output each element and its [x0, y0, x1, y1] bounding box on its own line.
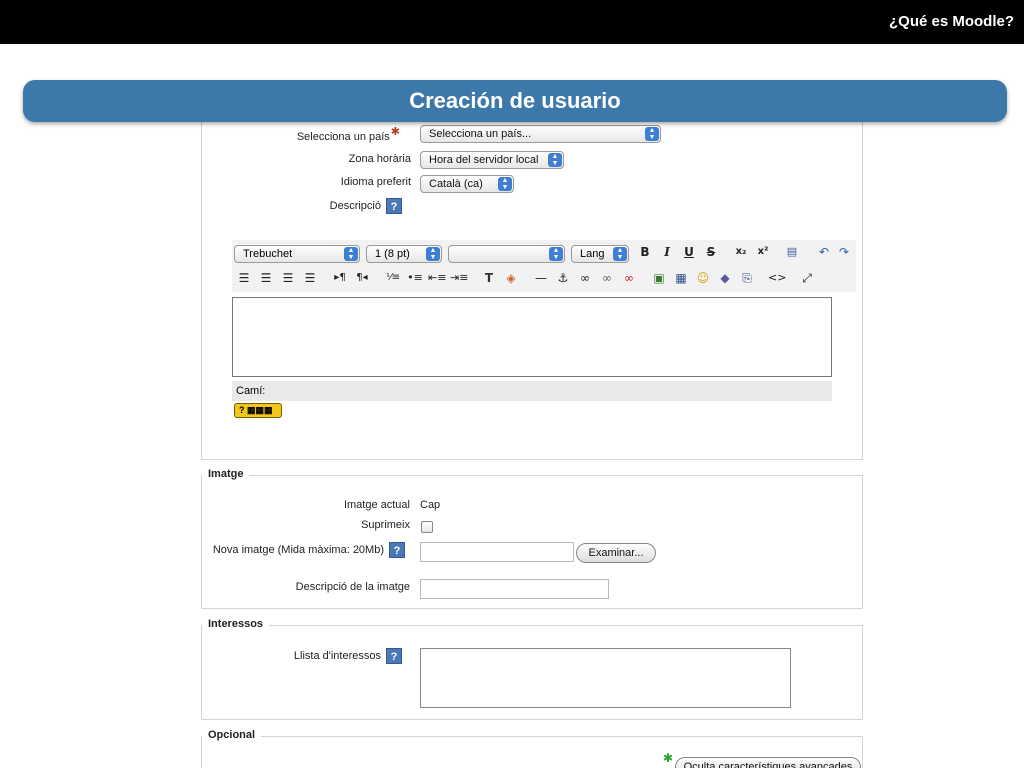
description-label: Descripció — [329, 200, 381, 212]
new-image-label: Nova imatge (Mida màxima: 20Mb) — [212, 544, 384, 556]
superscript-icon[interactable]: x² — [754, 243, 772, 261]
browse-button[interactable]: Examinar... — [576, 543, 656, 563]
search-replace-icon[interactable]: ⎘ — [738, 269, 756, 287]
select-arrows-icon: ▲ ▼ — [498, 177, 512, 191]
help-icon[interactable]: ? — [386, 198, 402, 214]
delete-image-checkbox[interactable] — [421, 521, 433, 533]
help-icon[interactable]: ? — [386, 648, 402, 664]
language-marker-select[interactable]: Lang ▲ ▼ — [571, 245, 629, 263]
clean-word-icon[interactable]: ▤ — [783, 243, 801, 261]
section-banner: Creación de usuario — [23, 80, 1007, 122]
top-bar: ¿Qué es Moodle? — [0, 0, 1024, 44]
editor-path-bar: Camí: — [232, 381, 832, 401]
country-label: Selecciona un país✱ — [296, 126, 400, 143]
align-right-icon[interactable]: ☰ — [279, 269, 297, 287]
timezone-label: Zona horària — [348, 153, 411, 165]
format-select[interactable]: ▲ ▼ — [448, 245, 565, 263]
select-arrows-icon: ▲ ▼ — [548, 153, 562, 167]
text-color-icon[interactable]: T — [480, 269, 498, 287]
language-select[interactable]: Català (ca) ▲ ▼ — [420, 175, 514, 193]
underline-icon[interactable]: U — [680, 243, 698, 261]
select-arrows-icon: ▲ ▼ — [549, 247, 563, 261]
country-select[interactable]: Selecciona un país... ▲ ▼ — [420, 125, 661, 143]
redo-icon[interactable]: ↷ — [835, 243, 853, 261]
select-arrows-icon: ▲ ▼ — [613, 247, 627, 261]
rtl-icon[interactable]: ¶◂ — [353, 269, 371, 287]
special-char-icon[interactable]: ◆ — [716, 269, 734, 287]
html-source-icon[interactable]: <> — [768, 269, 786, 287]
ordered-list-icon[interactable]: ⅟≡ — [384, 269, 402, 287]
interests-textarea[interactable] — [420, 648, 791, 708]
outdent-icon[interactable]: ⇤≡ — [428, 269, 446, 287]
editor-toolbar: Trebuchet ▲ ▼ 1 (8 pt) ▲ ▼ ▲ ▼ Lang ▲ ▼ B I … — [232, 240, 856, 292]
italic-icon[interactable]: I — [658, 243, 676, 261]
help-icon[interactable]: ? — [389, 542, 405, 558]
strikethrough-icon[interactable]: S — [702, 243, 720, 261]
unlink-icon[interactable]: ∞ — [598, 269, 616, 287]
select-arrows-icon: ▲ ▼ — [426, 247, 440, 261]
background-color-icon[interactable]: ◈ — [502, 269, 520, 287]
table-icon[interactable]: ▦ — [672, 269, 690, 287]
justify-icon[interactable]: ☰ — [301, 269, 319, 287]
bold-icon[interactable]: B — [636, 243, 654, 261]
interests-list-label: Llista d'interessos — [293, 650, 381, 662]
delete-image-label: Suprimeix — [361, 519, 410, 531]
new-image-file-input[interactable] — [420, 542, 574, 562]
anchor-icon[interactable]: ⚓ — [554, 269, 572, 287]
horizontal-rule-icon[interactable]: — — [532, 269, 550, 287]
select-arrows-icon: ▲ ▼ — [645, 127, 659, 141]
font-size-select[interactable]: 1 (8 pt) ▲ ▼ — [366, 245, 442, 263]
smiley-icon[interactable]: ☺ — [694, 269, 712, 287]
optional-legend: Opcional — [202, 729, 262, 741]
interests-legend: Interessos — [202, 618, 270, 630]
font-family-select[interactable]: Trebuchet ▲ ▼ — [234, 245, 360, 263]
link-icon[interactable]: ∞ — [576, 269, 594, 287]
required-icon: ✱ — [390, 126, 400, 138]
image-description-input[interactable] — [420, 579, 609, 599]
undo-icon[interactable]: ↶ — [815, 243, 833, 261]
slide-title: ¿Qué es Moodle? — [888, 13, 1014, 30]
fullscreen-icon[interactable]: ⤢ — [798, 269, 816, 287]
current-image-value: Cap — [420, 499, 441, 511]
subscript-icon[interactable]: x₂ — [732, 243, 750, 261]
current-image-label: Imatge actual — [343, 499, 410, 511]
nolink-icon[interactable]: ∞ — [620, 269, 638, 287]
unordered-list-icon[interactable]: •≡ — [406, 269, 424, 287]
description-editor[interactable] — [232, 297, 832, 377]
ltr-icon[interactable]: ▸¶ — [331, 269, 349, 287]
toggle-advanced-button[interactable]: Oculta característiques avançades — [675, 757, 861, 768]
language-label: Idioma preferit — [340, 176, 411, 188]
keyboard-help-icon[interactable]: ? ▦▦▦ — [234, 403, 282, 418]
image-legend: Imatge — [202, 468, 250, 480]
indent-icon[interactable]: ⇥≡ — [450, 269, 468, 287]
timezone-select[interactable]: Hora del servidor local ▲ ▼ — [420, 151, 564, 169]
align-center-icon[interactable]: ☰ — [257, 269, 275, 287]
image-icon[interactable]: ▣ — [650, 269, 668, 287]
page: ¿Qué es Moodle? Creación de usuario Sele… — [0, 0, 1024, 768]
select-arrows-icon: ▲ ▼ — [344, 247, 358, 261]
image-description-label: Descripció de la imatge — [295, 581, 410, 593]
banner-title: Creación de usuario — [409, 88, 621, 113]
align-left-icon[interactable]: ☰ — [235, 269, 253, 287]
advanced-indicator-icon: ✱ — [663, 751, 674, 765]
